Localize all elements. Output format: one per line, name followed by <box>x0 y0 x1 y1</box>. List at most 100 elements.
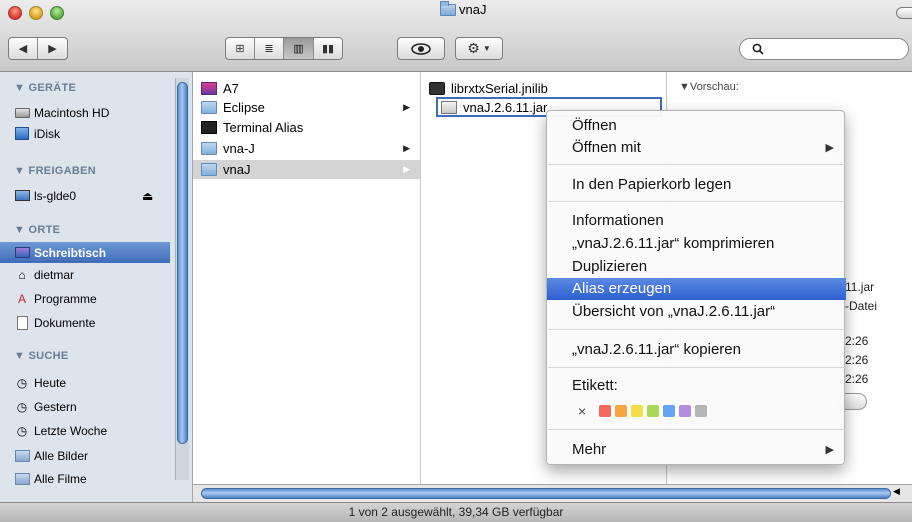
hard-disk-icon <box>14 105 30 120</box>
menu-separator <box>548 329 845 330</box>
eject-icon[interactable]: ⏏ <box>142 189 153 203</box>
submenu-arrow-icon: ▶ <box>825 444 834 456</box>
clock-icon: ◷ <box>16 423 28 438</box>
browser-column-1: A7 Eclipse ▶ Terminal Alias vna-J ▶ vnaJ ▶ … <box>193 72 430 502</box>
remove-label-button[interactable]: × <box>578 403 586 419</box>
jar-file-icon <box>441 100 457 114</box>
menu-item-mehr[interactable]: Mehr ▶ <box>547 439 846 461</box>
preview-label: ▼Vorschau: <box>679 81 739 93</box>
sidebar-item-letzte-woche[interactable]: ◷ Letzte Woche <box>0 420 170 441</box>
list-item-eclipse[interactable]: Eclipse ▶ <box>193 98 420 117</box>
label-swatch-green[interactable] <box>647 405 660 417</box>
action-menu-button[interactable]: ⚙ ▼ <box>455 37 503 60</box>
search-icon <box>752 43 764 55</box>
sidebar-scroll-thumb[interactable] <box>177 82 188 444</box>
view-list-button[interactable]: ≣ <box>255 38 284 59</box>
menu-item-label: Öffnen mit <box>572 139 641 156</box>
sidebar-item-label: Alle Filme <box>34 471 87 486</box>
zoom-button[interactable] <box>50 6 64 20</box>
sidebar-scrollbar[interactable] <box>175 78 189 480</box>
list-item-vnaj[interactable]: vnaJ ▶ <box>193 160 420 179</box>
item-label: vnaJ.2.6.11.jar <box>463 99 548 115</box>
menu-item-komprimieren[interactable]: „vnaJ.2.6.11.jar“ komprimieren <box>547 233 846 255</box>
item-label: vna-J <box>223 141 255 156</box>
label-swatch-gray[interactable] <box>695 405 708 417</box>
sidebar-item-label: ls-glde0 <box>34 188 77 203</box>
context-menu: Öffnen Öffnen mit ▶ In den Papierkorb le… <box>546 110 846 465</box>
clock-icon: ◷ <box>16 375 28 390</box>
library-file-icon <box>429 82 445 95</box>
menu-item-uebersicht[interactable]: Übersicht von „vnaJ.2.6.11.jar“ <box>547 301 846 323</box>
applications-icon: A <box>17 291 26 306</box>
sidebar-item-gestern[interactable]: ◷ Gestern <box>0 396 170 417</box>
preview-modified-fragment: 2:26 <box>845 353 869 367</box>
menu-separator <box>548 201 845 202</box>
list-item-a7[interactable]: A7 <box>193 79 420 98</box>
label-swatch-orange[interactable] <box>615 405 628 417</box>
scroll-left-arrow-icon[interactable]: ◀ <box>893 486 900 497</box>
back-arrow-icon: ◀ <box>18 43 28 55</box>
sidebar-item-idisk[interactable]: iDisk <box>0 123 170 144</box>
sidebar-item-alle-bilder[interactable]: Alle Bilder <box>0 445 170 466</box>
label-swatch-purple[interactable] <box>679 405 692 417</box>
column-view-icon: ▥ <box>293 43 304 55</box>
sidebar: ▼ GERÄTE Macintosh HD iDisk ▼ FREIGABEN … <box>0 72 193 502</box>
label-swatch-blue[interactable] <box>663 405 676 417</box>
sidebar-item-programme[interactable]: A Programme <box>0 288 170 309</box>
desktop-icon <box>14 245 30 260</box>
clock-icon: ◷ <box>16 399 28 414</box>
menu-item-informationen[interactable]: Informationen <box>547 210 846 232</box>
search-field[interactable] <box>739 38 909 60</box>
back-button[interactable]: ◀ <box>9 38 38 59</box>
menu-item-alias-erzeugen[interactable]: Alias erzeugen <box>547 278 846 300</box>
status-bar: 1 von 2 ausgewählt, 39,34 GB verfügbar <box>0 502 912 522</box>
sidebar-item-label: Gestern <box>34 399 77 414</box>
forward-button[interactable]: ▶ <box>38 38 67 59</box>
sidebar-item-label: Macintosh HD <box>34 105 110 120</box>
view-coverflow-button[interactable]: ▮▮ <box>314 38 342 59</box>
label-swatch-yellow[interactable] <box>631 405 644 417</box>
sidebar-header-devices: ▼ GERÄTE <box>14 82 77 94</box>
disclosure-arrow-icon: ▶ <box>403 102 410 112</box>
menu-item-kopieren[interactable]: „vnaJ.2.6.11.jar“ kopieren <box>547 339 846 361</box>
toolbar-toggle-button[interactable] <box>896 7 912 19</box>
sidebar-item-label: Letzte Woche <box>34 423 108 438</box>
sidebar-item-heute[interactable]: ◷ Heute <box>0 372 170 393</box>
disclosure-arrow-icon: ▶ <box>403 143 410 153</box>
coverflow-view-icon: ▮▮ <box>321 43 335 55</box>
list-item-terminal-alias[interactable]: Terminal Alias <box>193 118 420 137</box>
view-columns-button[interactable]: ▥ <box>284 38 314 59</box>
sidebar-item-label: Dokumente <box>34 315 96 330</box>
sidebar-item-schreibtisch[interactable]: Schreibtisch <box>0 242 170 263</box>
label-swatch-red[interactable] <box>599 405 612 417</box>
menu-item-duplizieren[interactable]: Duplizieren <box>547 256 846 278</box>
minimize-button[interactable] <box>29 6 43 20</box>
sidebar-item-dokumente[interactable]: Dokumente <box>0 312 170 333</box>
home-icon: ⌂ <box>18 267 26 282</box>
icon-view-icon: ⊞ <box>235 43 245 55</box>
menu-separator <box>548 164 845 165</box>
menu-label-etikett: Etikett: <box>572 377 618 394</box>
sidebar-item-label: iDisk <box>34 126 60 141</box>
menu-item-papierkorb[interactable]: In den Papierkorb legen <box>547 174 846 196</box>
close-button[interactable] <box>8 6 22 20</box>
view-icons-button[interactable]: ⊞ <box>226 38 255 59</box>
window-title-text: vnaJ <box>459 2 487 17</box>
item-label: librxtxSerial.jnilib <box>451 81 548 96</box>
sidebar-item-ls-glde0[interactable]: ls-glde0 ⏏ <box>0 185 170 206</box>
menu-item-oeffnen[interactable]: Öffnen <box>547 115 846 137</box>
horizontal-scroll-thumb[interactable] <box>201 488 891 499</box>
sidebar-item-macintosh-hd[interactable]: Macintosh HD <box>0 102 170 123</box>
list-item-vna-j[interactable]: vna-J ▶ <box>193 139 420 158</box>
sidebar-item-dietmar[interactable]: ⌂ dietmar <box>0 264 170 285</box>
quicklook-button[interactable] <box>397 37 445 60</box>
list-item-librxtxserial[interactable]: librxtxSerial.jnilib <box>421 79 666 98</box>
sidebar-item-alle-filme[interactable]: Alle Filme <box>0 468 170 489</box>
app-icon <box>201 82 217 95</box>
horizontal-scrollbar[interactable]: ◀ <box>193 484 912 502</box>
item-label: A7 <box>223 81 239 96</box>
menu-item-oeffnen-mit[interactable]: Öffnen mit ▶ <box>547 137 846 159</box>
documents-icon <box>14 315 30 330</box>
smart-folder-icon <box>14 448 30 463</box>
item-label: vnaJ <box>223 162 251 177</box>
